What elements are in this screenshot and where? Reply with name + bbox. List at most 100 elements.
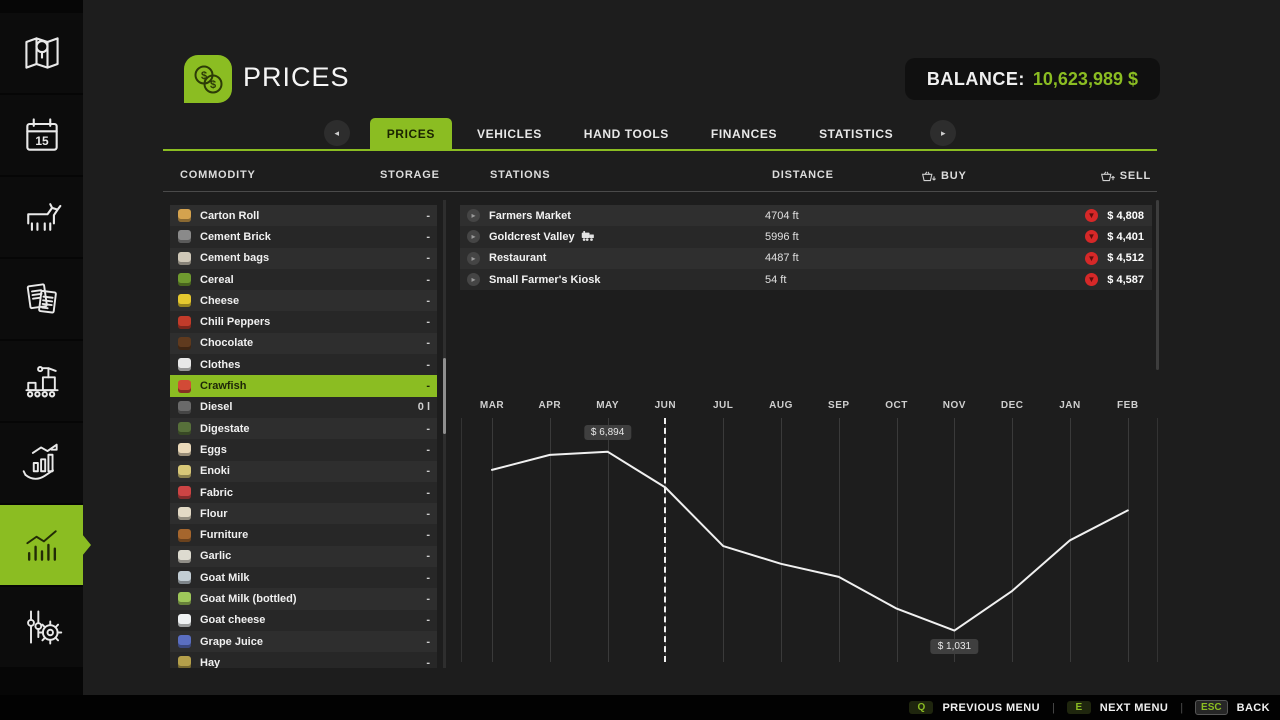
commodity-row-cheese[interactable]: Cheese - xyxy=(170,290,437,311)
station-name: Small Farmer's Kiosk xyxy=(489,274,600,286)
station-distance: 54 ft xyxy=(765,274,786,286)
station-distance: 4704 ft xyxy=(765,210,799,222)
footer-bar: QPREVIOUS MENU|ENEXT MENU|ESCBACK xyxy=(0,695,1280,720)
sidebar-item-map[interactable] xyxy=(0,13,83,93)
commodity-name: Diesel xyxy=(200,401,232,413)
footer-divider: | xyxy=(1052,702,1055,714)
commodity-name: Furniture xyxy=(200,529,248,541)
tab-statistics[interactable]: STATISTICS xyxy=(802,118,910,150)
month-label-sep: SEP xyxy=(814,400,864,411)
commodity-row-fabric[interactable]: Fabric - xyxy=(170,482,437,503)
tab-vehicles[interactable]: VEHICLES xyxy=(460,118,559,150)
commodity-row-hay[interactable]: Hay - xyxy=(170,652,437,668)
commodity-storage: - xyxy=(426,614,437,626)
station-row-goldcrest-valley[interactable]: ▸ Goldcrest Valley 5996 ft ▼ $ 4,401 xyxy=(460,226,1152,247)
commodity-name: Cereal xyxy=(200,274,234,286)
commodity-row-flour[interactable]: Flour - xyxy=(170,503,437,524)
commodity-row-carton-roll[interactable]: Carton Roll - xyxy=(170,205,437,226)
commodity-row-furniture[interactable]: Furniture - xyxy=(170,524,437,545)
goto-station-icon[interactable]: ▸ xyxy=(467,273,480,286)
goto-station-icon[interactable]: ▸ xyxy=(467,230,480,243)
tabs-next-button[interactable]: ▸ xyxy=(930,120,956,146)
station-row-small-farmer-s-kiosk[interactable]: ▸ Small Farmer's Kiosk 54 ft ▼ $ 4,587 xyxy=(460,269,1152,290)
commodity-scrollbar-thumb[interactable] xyxy=(443,358,446,434)
commodity-row-eggs[interactable]: Eggs - xyxy=(170,439,437,460)
column-commodity: COMMODITY xyxy=(180,169,256,181)
month-label-oct: OCT xyxy=(872,400,922,411)
commodity-storage: - xyxy=(426,593,437,605)
tab-hand-tools[interactable]: HAND TOOLS xyxy=(567,118,686,150)
column-sell: SELL xyxy=(1100,169,1151,183)
commodity-row-goat-cheese[interactable]: Goat cheese - xyxy=(170,610,437,631)
commodity-name: Cheese xyxy=(200,295,239,307)
production-icon xyxy=(20,359,64,403)
balance-label: BALANCE: xyxy=(927,69,1025,90)
header-divider xyxy=(163,191,1157,192)
keycap-q[interactable]: Q xyxy=(909,701,933,714)
svg-text:$: $ xyxy=(210,79,216,91)
sidebar-item-animals[interactable] xyxy=(0,177,83,257)
balance-value: 10,623,989 $ xyxy=(1033,69,1138,90)
commodity-row-cement-bags[interactable]: Cement bags - xyxy=(170,248,437,269)
active-notch-icon: ▸ xyxy=(83,541,87,550)
commodity-row-clothes[interactable]: Clothes - xyxy=(170,354,437,375)
station-row-farmers-market[interactable]: ▸ Farmers Market 4704 ft ▼ $ 4,808 xyxy=(460,205,1152,226)
balance-pill: BALANCE: 10,623,989 $ xyxy=(905,58,1160,100)
key-action-back: BACK xyxy=(1237,702,1270,714)
goto-station-icon[interactable]: ▸ xyxy=(467,209,480,222)
station-name: Farmers Market xyxy=(489,210,571,222)
commodity-scrollbar[interactable] xyxy=(443,200,446,668)
commodity-name: Grape Juice xyxy=(200,636,263,648)
tabs-prev-button[interactable]: ◂ xyxy=(324,120,350,146)
sidebar-item-contracts[interactable] xyxy=(0,259,83,339)
sidebar-item-production[interactable] xyxy=(0,341,83,421)
station-sell-price: $ 4,401 xyxy=(1107,231,1144,243)
station-sell-price: $ 4,587 xyxy=(1107,274,1144,286)
commodity-row-goat-milk[interactable]: Goat Milk - xyxy=(170,567,437,588)
prices-screen: 15▸ $ $ PRICES BALANCE: 10,623,989 $ ◂PR… xyxy=(0,0,1280,720)
price-trend-down-icon: ▼ xyxy=(1085,230,1098,243)
commodity-icon xyxy=(178,252,191,265)
commodity-storage: - xyxy=(426,274,437,286)
tab-finances[interactable]: FINANCES xyxy=(694,118,794,150)
column-stations: STATIONS xyxy=(490,169,550,181)
commodity-icon xyxy=(178,529,191,542)
commodity-icon xyxy=(178,380,191,393)
commodity-storage: - xyxy=(426,359,437,371)
commodity-storage: - xyxy=(426,210,437,222)
commodity-icon xyxy=(178,507,191,520)
month-label-jul: JUL xyxy=(698,400,748,411)
keycap-esc[interactable]: ESC xyxy=(1195,700,1228,715)
commodity-storage: - xyxy=(426,444,437,456)
commodity-name: Digestate xyxy=(200,423,250,435)
commodity-storage: - xyxy=(426,252,437,264)
commodity-storage: 0 l xyxy=(418,401,437,413)
commodity-row-digestate[interactable]: Digestate - xyxy=(170,418,437,439)
month-label-nov: NOV xyxy=(929,400,979,411)
sidebar-item-settings[interactable] xyxy=(0,587,83,667)
station-row-restaurant[interactable]: ▸ Restaurant 4487 ft ▼ $ 4,512 xyxy=(460,248,1152,269)
commodity-name: Clothes xyxy=(200,359,240,371)
commodity-storage: - xyxy=(426,657,437,668)
commodity-row-cereal[interactable]: Cereal - xyxy=(170,269,437,290)
commodity-row-garlic[interactable]: Garlic - xyxy=(170,546,437,567)
price-chart: MARAPRMAYJUNJULAUGSEPOCTNOVDECJANFEB $ 6… xyxy=(460,395,1160,670)
sidebar-item-statistics[interactable]: ▸ xyxy=(0,505,83,585)
column-storage: STORAGE xyxy=(380,169,440,181)
commodity-row-crawfish[interactable]: Crawfish - xyxy=(170,375,437,396)
stations-scrollbar[interactable] xyxy=(1156,200,1159,370)
sidebar-item-finances[interactable] xyxy=(0,423,83,503)
commodity-row-enoki[interactable]: Enoki - xyxy=(170,461,437,482)
commodity-row-chocolate[interactable]: Chocolate - xyxy=(170,333,437,354)
tab-prices[interactable]: PRICES xyxy=(370,118,452,150)
commodity-row-chili-peppers[interactable]: Chili Peppers - xyxy=(170,311,437,332)
commodity-row-grape-juice[interactable]: Grape Juice - xyxy=(170,631,437,652)
commodity-row-diesel[interactable]: Diesel 0 l xyxy=(170,397,437,418)
commodity-row-cement-brick[interactable]: Cement Brick - xyxy=(170,226,437,247)
commodity-icon xyxy=(178,273,191,286)
settings-icon xyxy=(20,605,64,649)
commodity-icon xyxy=(178,635,191,648)
goto-station-icon[interactable]: ▸ xyxy=(467,252,480,265)
keycap-e[interactable]: E xyxy=(1067,701,1091,714)
commodity-row-goat-milk-bottled-[interactable]: Goat Milk (bottled) - xyxy=(170,588,437,609)
